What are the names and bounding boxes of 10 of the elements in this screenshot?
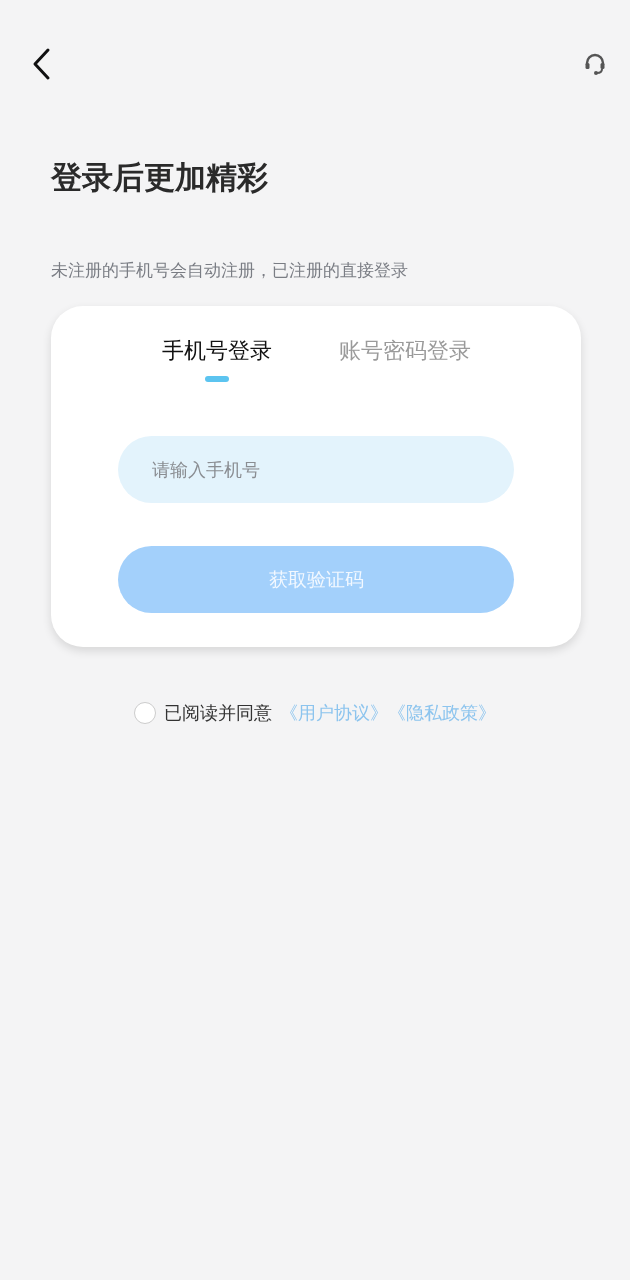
agreement-checkbox[interactable] bbox=[134, 702, 156, 724]
agreement-link[interactable]: 《隐私政策》 bbox=[388, 701, 496, 725]
headset-icon[interactable] bbox=[584, 52, 606, 76]
login-tab[interactable]: 手机号登录 bbox=[161, 336, 272, 382]
login-tab[interactable]: 账号密码登录 bbox=[338, 336, 471, 382]
subtitle: 未注册的手机号会自动注册，已注册的直接登录 bbox=[51, 259, 408, 282]
page-title: 登录后更加精彩 bbox=[51, 158, 268, 197]
agreement-link[interactable]: 《用户协议》 bbox=[280, 701, 388, 725]
phone-field[interactable]: 请输入手机号 bbox=[118, 436, 514, 503]
agreement-text: 已阅读并同意 bbox=[164, 701, 272, 725]
